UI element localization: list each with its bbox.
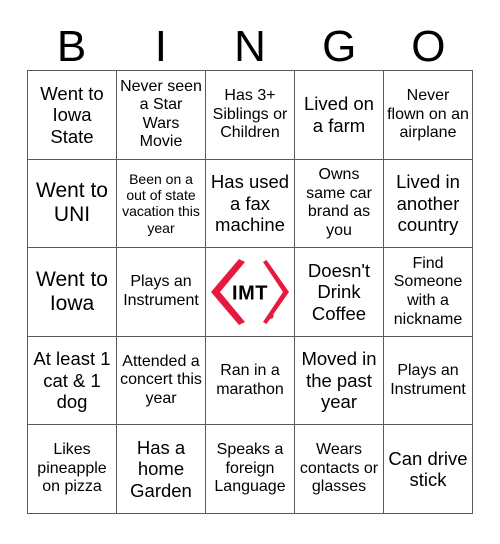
bingo-cell[interactable]: Lived in another country: [384, 159, 473, 249]
bingo-cell[interactable]: Speaks a foreign Language: [206, 425, 295, 514]
bingo-cell-label: Been on a out of state vacation this yea…: [122, 170, 200, 236]
bingo-cell[interactable]: Went to Iowa: [28, 248, 117, 337]
bingo-cell-label: Lived in another country: [396, 171, 460, 236]
bingo-cell-label: Never flown on an airplane: [387, 86, 469, 142]
header-letter-b: B: [56, 22, 87, 71]
bingo-cell[interactable]: Never flown on an airplane: [384, 71, 473, 160]
bingo-cell-label: Went to Iowa: [36, 267, 108, 315]
bingo-cell-label: Moved in the past year: [301, 348, 377, 413]
bingo-cell[interactable]: Has 3+ Siblings or Children: [206, 71, 295, 160]
bingo-cell[interactable]: At least 1 cat & 1 dog: [28, 336, 117, 426]
bingo-cell[interactable]: Has a home Garden: [117, 425, 206, 514]
bingo-cell-label: Has 3+ Siblings or Children: [212, 86, 288, 142]
bingo-cell[interactable]: Plays an Instrument: [117, 248, 206, 337]
bingo-grid: Went to Iowa State Never seen a Star Wars…: [27, 70, 473, 514]
bingo-cell[interactable]: Find Someone with a nickname: [384, 248, 473, 337]
bingo-card: B I N G O Went to Iowa State Never seen a…: [0, 0, 500, 544]
bingo-cell-label: Speaks a foreign Language: [214, 441, 286, 496]
bingo-cell-label: Likes pineapple on pizza: [37, 441, 107, 496]
bingo-cell-label: Ran in a marathon: [216, 362, 284, 398]
bingo-cell[interactable]: Doesn't Drink Coffee: [295, 248, 384, 337]
header-letter-g: G: [322, 22, 357, 71]
bingo-cell-label: Can drive stick: [388, 447, 468, 491]
bingo-cell-label: Never seen a Star Wars Movie: [120, 77, 202, 151]
bingo-cell[interactable]: Lived on a farm: [295, 71, 384, 160]
bingo-cell-label: Owns same car brand as you: [306, 166, 372, 239]
header-letter-i: I: [154, 22, 167, 71]
bingo-header-row: B I N G O: [27, 22, 473, 70]
imt-logo: IMT: [208, 256, 292, 328]
bingo-cell-label: Attended a concert this year: [120, 352, 202, 407]
bingo-cell-label: Plays an Instrument: [123, 273, 199, 309]
bingo-cell[interactable]: Ran in a marathon: [206, 336, 295, 426]
bingo-cell-label: Find Someone with a nickname: [393, 254, 463, 328]
bingo-cell[interactable]: Went to Iowa State: [28, 71, 117, 160]
bingo-cell-label: Went to Iowa State: [40, 82, 104, 147]
bingo-cell-label: Has used a fax machine: [210, 171, 290, 236]
bingo-cell-label: Plays an Instrument: [390, 362, 466, 398]
bingo-cell[interactable]: Moved in the past year: [295, 336, 384, 426]
bingo-cell[interactable]: Plays an Instrument: [384, 336, 473, 426]
bingo-cell[interactable]: Attended a concert this year: [117, 336, 206, 426]
bingo-cell[interactable]: Been on a out of state vacation this yea…: [117, 159, 206, 249]
header-letter-o: O: [411, 22, 446, 71]
bingo-cell-label: Doesn't Drink Coffee: [307, 259, 371, 324]
bingo-cell-label: Wears contacts or glasses: [299, 441, 379, 496]
bingo-cell[interactable]: Has used a fax machine: [206, 159, 295, 249]
bingo-cell-label: Went to UNI: [36, 179, 108, 227]
bingo-cell[interactable]: Owns same car brand as you: [295, 159, 384, 249]
bingo-cell[interactable]: Likes pineapple on pizza: [28, 425, 117, 514]
bingo-cell-label: At least 1 cat & 1 dog: [33, 348, 111, 413]
bingo-free-space-cell[interactable]: IMT: [206, 248, 295, 337]
bingo-cell[interactable]: Wears contacts or glasses: [295, 425, 384, 514]
bingo-cell[interactable]: Never seen a Star Wars Movie: [117, 71, 206, 160]
header-letter-n: N: [234, 22, 266, 71]
bingo-cell-label: Lived on a farm: [304, 93, 374, 136]
bingo-cell[interactable]: Can drive stick: [384, 425, 473, 514]
bingo-cell-label: Has a home Garden: [130, 437, 192, 501]
bingo-cell[interactable]: Went to UNI: [28, 159, 117, 249]
svg-text:IMT: IMT: [232, 282, 268, 304]
